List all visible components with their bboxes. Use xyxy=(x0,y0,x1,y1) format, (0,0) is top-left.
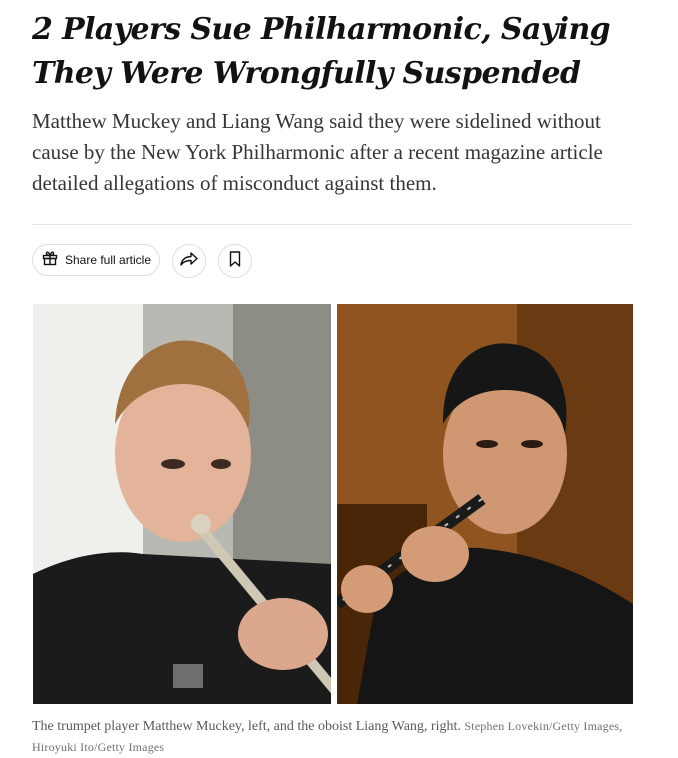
headline: 2 Players Sue Philharmonic, Saying They … xyxy=(32,12,611,91)
bookmark-icon xyxy=(228,250,242,273)
article-summary: Matthew Muckey and Liang Wang said they … xyxy=(32,109,603,195)
share-arrow-icon xyxy=(179,250,199,273)
photo-caption: The trumpet player Matthew Muckey, left,… xyxy=(32,716,632,758)
save-article-button[interactable] xyxy=(218,244,252,278)
oboist-photo xyxy=(337,304,633,704)
divider xyxy=(32,224,632,225)
share-full-article-button[interactable]: Share full article xyxy=(32,244,160,276)
share-button[interactable] xyxy=(172,244,206,278)
caption-text: The trumpet player Matthew Muckey, left,… xyxy=(32,719,461,734)
trumpet-player-photo xyxy=(33,304,331,704)
gift-icon xyxy=(41,249,59,272)
article-page: 2 Players Sue Philharmonic, Saying They … xyxy=(0,0,678,756)
share-full-article-label: Share full article xyxy=(64,253,152,267)
